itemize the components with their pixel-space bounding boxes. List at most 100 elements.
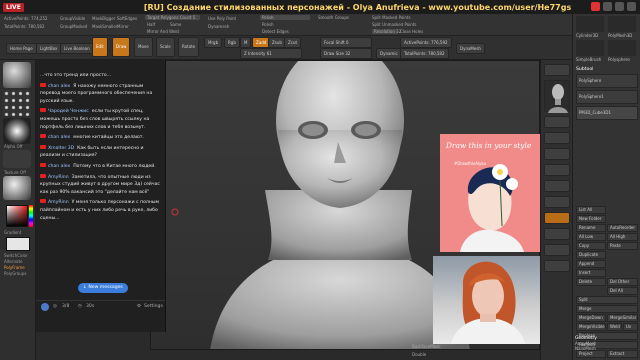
main-color-swatch[interactable] — [6, 237, 30, 251]
copy-button[interactable]: Copy — [576, 242, 606, 250]
zcut-button[interactable]: Zcut — [284, 37, 302, 48]
split-masked-button[interactable]: Split Masked Points — [372, 15, 411, 20]
del-all-button[interactable]: Del All — [607, 287, 638, 295]
alternate-label[interactable]: Alternate — [4, 259, 22, 264]
mirror-weld-button[interactable]: Mirror And Weld — [147, 29, 179, 34]
head-thumbnail[interactable] — [544, 80, 570, 113]
split-unmasked-button[interactable]: Split Unmasked Points — [372, 22, 417, 27]
color-picker-swatch[interactable] — [6, 205, 28, 227]
same-button[interactable]: Same — [170, 22, 181, 27]
double-button[interactable]: Double — [412, 352, 426, 357]
new-messages-button[interactable]: ↓ New messages — [78, 283, 128, 293]
move-view-button[interactable] — [544, 228, 570, 240]
rotate-view-button[interactable] — [544, 260, 570, 272]
nanomesh-label[interactable]: NanoMesh — [575, 346, 597, 351]
tool-thumb-polymesh[interactable] — [608, 16, 636, 32]
floor-button[interactable] — [544, 180, 570, 192]
polyframe-label[interactable]: PolyFrame — [4, 265, 25, 270]
switch-color-label[interactable]: SwitchColor — [4, 253, 28, 258]
close-icon[interactable] — [627, 2, 636, 11]
soft-edges-button[interactable]: SoftEdges — [117, 16, 137, 21]
focal-shift-slider[interactable]: Focal Shift 0 — [320, 37, 372, 48]
paste-button[interactable]: Paste — [607, 242, 638, 250]
list-all-button[interactable]: List All — [576, 206, 606, 214]
split-button[interactable]: Split — [576, 296, 638, 304]
draw-size-slider[interactable]: Draw Size 32 — [320, 48, 372, 59]
texture-icon[interactable] — [3, 150, 31, 168]
draw-button[interactable]: Draw — [112, 37, 131, 57]
rotate-button[interactable]: Rotate — [178, 37, 200, 57]
rgb-button[interactable]: Rgb — [224, 37, 240, 48]
rename-button[interactable]: Rename — [576, 224, 606, 232]
scroll-button[interactable] — [544, 64, 570, 76]
chat-message-list[interactable]: ...что это тренд или просто... chan alex… — [36, 72, 165, 225]
maximize-icon[interactable] — [615, 2, 624, 11]
m-button[interactable]: M — [240, 37, 252, 48]
persp-button[interactable] — [544, 164, 570, 176]
matcap-icon[interactable] — [3, 176, 31, 200]
zoom-button[interactable] — [544, 116, 570, 128]
live-boolean-button[interactable]: Live Boolean — [60, 43, 94, 54]
group-masked-button[interactable]: GroupMasked — [60, 24, 87, 29]
settings-link[interactable]: Settings — [144, 304, 163, 309]
actual-button[interactable] — [544, 132, 570, 144]
polish-2-label[interactable]: Polish — [262, 22, 274, 27]
weld-button[interactable]: Weld — [607, 323, 622, 331]
dynamesh-menu-button[interactable]: Dynamesh — [208, 24, 229, 29]
mask-bigger-button[interactable]: MaskBigger — [92, 16, 115, 21]
project-button[interactable]: Project — [576, 350, 606, 358]
smooth-groups-button[interactable]: Smooth Groups — [318, 15, 349, 20]
use-polypaint-button[interactable]: Use Poly Paint — [208, 16, 236, 21]
duplicate-button[interactable]: Duplicate — [576, 251, 606, 259]
edit-button[interactable]: Edit — [92, 37, 108, 57]
aahalf-button[interactable] — [544, 148, 570, 160]
local-button[interactable] — [544, 196, 570, 208]
tool-thumb-polysphere[interactable] — [608, 40, 636, 56]
z-intensity-slider[interactable]: Z Intensity 61 — [240, 48, 302, 59]
brush-icon[interactable] — [3, 62, 31, 88]
extract-button[interactable]: Extract — [607, 350, 638, 358]
merge-similar-button[interactable]: MergeSimilar — [607, 314, 638, 322]
detect-edges-button[interactable]: Detect Edges — [262, 29, 289, 34]
group-visible-button[interactable]: GroupVisible — [60, 16, 85, 21]
minimize-icon[interactable] — [603, 2, 612, 11]
scale-button[interactable]: Scale — [156, 37, 175, 57]
del-other-button[interactable]: Del Other — [607, 278, 638, 286]
append-button[interactable]: Append — [576, 260, 606, 268]
tool-thumb-cylinder[interactable] — [576, 16, 604, 32]
lightbox-button[interactable]: LightBox — [36, 43, 62, 54]
move-button[interactable]: Move — [134, 37, 153, 57]
all-high-button[interactable]: All High — [607, 233, 638, 241]
subtool-title[interactable]: Subtool — [576, 67, 593, 72]
polygroups-label[interactable]: PolyGroups — [4, 271, 26, 276]
merge-button[interactable]: Merge — [576, 305, 638, 313]
backface-mask-button[interactable]: BackfaceMask — [412, 344, 441, 349]
frame-button[interactable] — [544, 212, 570, 224]
all-low-button[interactable]: All Low — [576, 233, 606, 241]
auto-reorder-button[interactable]: AutoReorder — [607, 224, 638, 232]
gradient-label[interactable]: Gradient — [4, 230, 21, 235]
subtool-item[interactable]: PolySphere — [576, 74, 638, 88]
subtool-item[interactable]: PM3D_Cube3D1 — [576, 106, 638, 120]
mask-smaller-button[interactable]: MaskSmaller — [92, 24, 118, 29]
half-button[interactable]: Half — [147, 22, 155, 27]
merge-visible-button[interactable]: MergeVisible — [576, 323, 606, 331]
delete-button[interactable]: Delete — [576, 278, 606, 286]
uv-button[interactable]: Uv — [623, 323, 638, 331]
close-holes-button[interactable]: Close Holes — [400, 29, 423, 34]
new-folder-button[interactable]: New Folder — [576, 215, 606, 223]
alpha-icon[interactable] — [3, 118, 31, 144]
mrgb-button[interactable]: Mrgb — [204, 37, 223, 48]
home-page-button[interactable]: Home Page — [6, 43, 37, 54]
mirror-button[interactable]: Mirror — [117, 24, 129, 29]
dynamic-button[interactable]: Dynamic — [376, 48, 402, 59]
dynamesh-toolbar-button[interactable]: DynaMesh — [456, 43, 485, 54]
gear-icon[interactable]: ⚙ — [137, 304, 141, 309]
insert-button[interactable]: Insert — [576, 269, 606, 277]
stroke-icon[interactable] — [3, 90, 31, 116]
zoom3d-button[interactable] — [544, 244, 570, 256]
subtool-item[interactable]: PolySphere1 — [576, 90, 638, 104]
merge-down-button[interactable]: MergeDown — [576, 314, 606, 322]
tool-thumb-simplebrush[interactable] — [576, 40, 604, 56]
notification-icon[interactable] — [591, 2, 600, 11]
